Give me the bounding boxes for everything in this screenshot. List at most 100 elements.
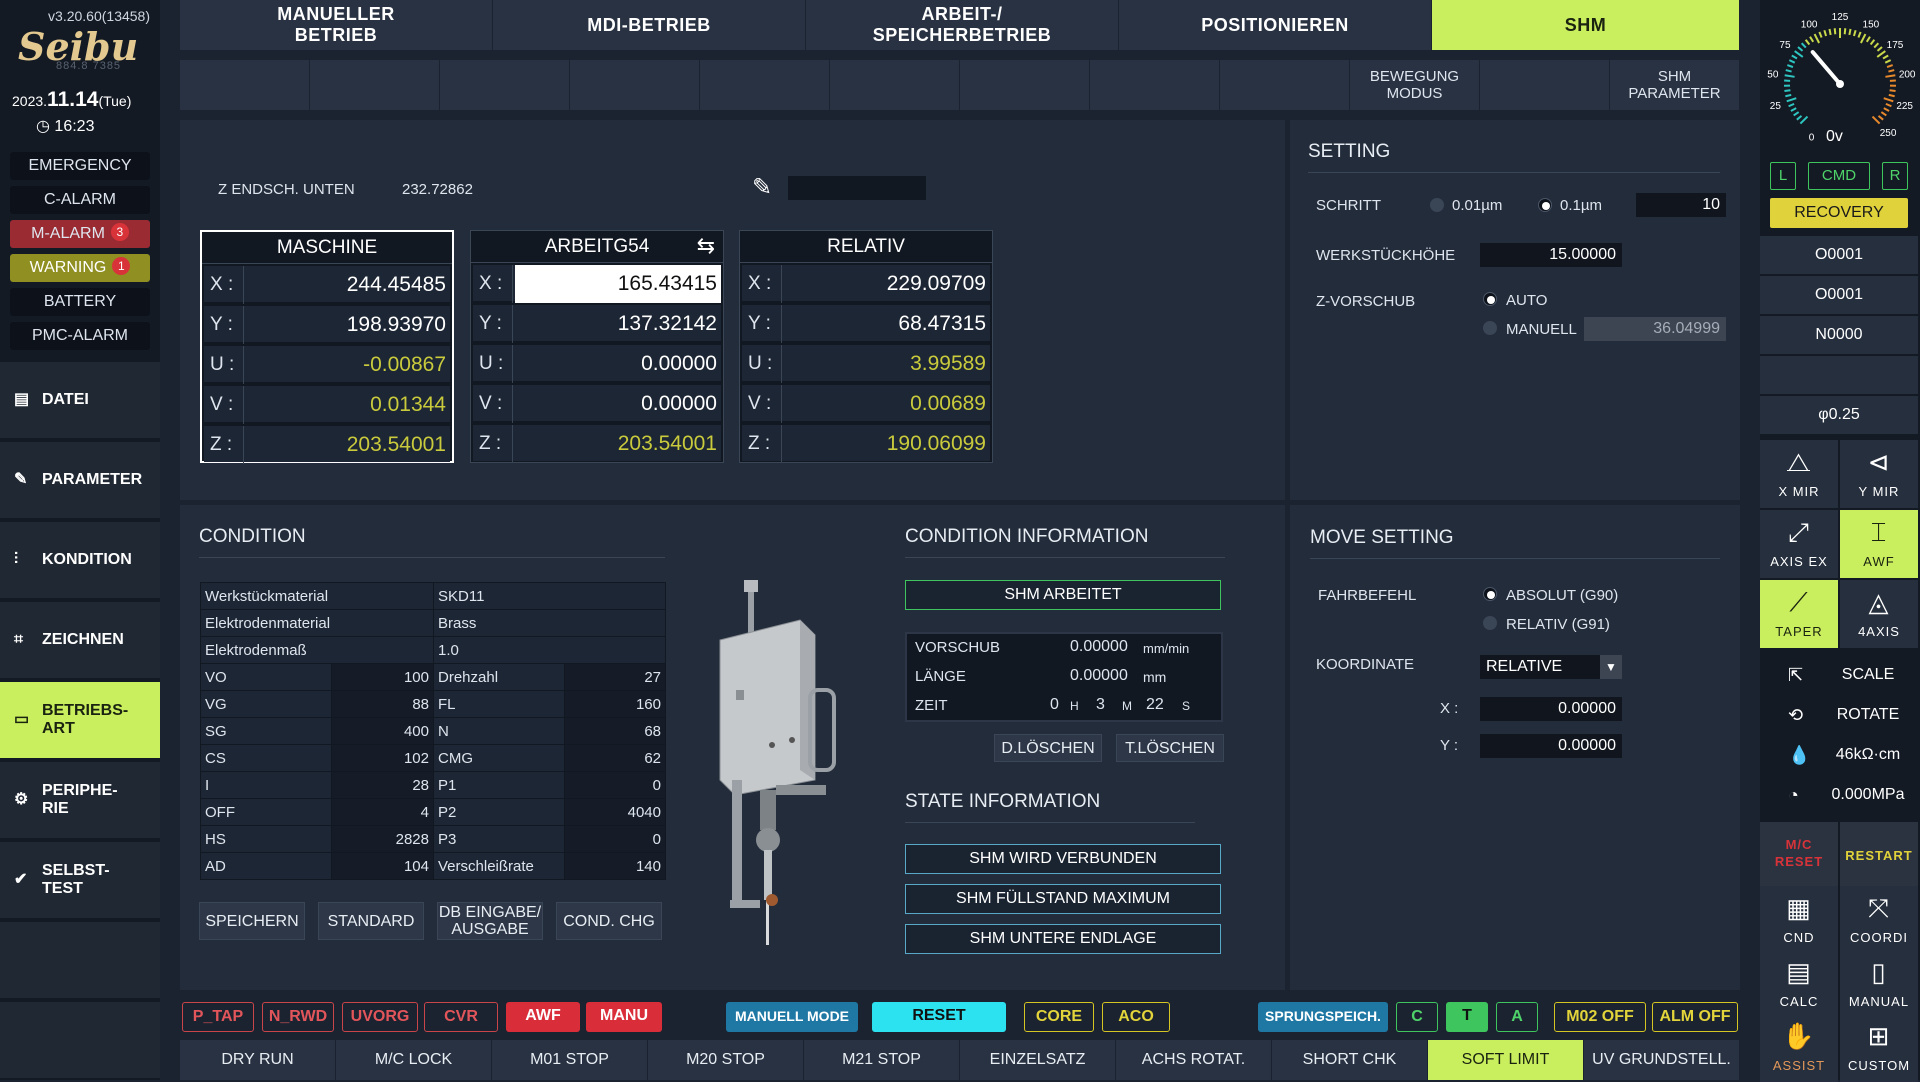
tab-manueller-betrieb[interactable]: MANUELLER BETRIEB [180,0,493,50]
status-manu[interactable]: MANU [586,1002,662,1032]
bewegung-modus-button[interactable]: BEWEGUNG MODUS [1350,60,1480,110]
alarm-c-alarm[interactable]: C-ALARM [10,186,150,214]
z-vorschub-manuell-input[interactable]: 36.04999 [1584,317,1726,341]
koordinate-select[interactable]: RELATIVE ▼ [1480,655,1622,679]
sub-button-4[interactable] [570,60,700,110]
shm-parameter-button[interactable]: SHM PARAMETER [1610,60,1740,110]
alarm-m-alarm[interactable]: M-ALARM3 [10,220,150,248]
status-n-rwd[interactable]: N_RWD [262,1002,334,1032]
taper-button[interactable]: ⟋TAPER [1760,580,1838,648]
fahrbefehl-relativ-radio[interactable] [1483,616,1497,630]
werkstueckhoehe-input[interactable]: 15.00000 [1480,243,1622,267]
status-sprungspeich[interactable]: SPRUNGSPEICH. [1258,1002,1388,1032]
status-cvr[interactable]: CVR [424,1002,498,1032]
nav-parameter[interactable]: ✎PARAMETER [0,442,160,520]
sub-button-1[interactable] [180,60,310,110]
func-soft-limit[interactable]: SOFT LIMIT [1428,1040,1584,1080]
nav-peripherie[interactable]: ⚙PERIPHE- RIE [0,762,160,840]
chevron-down-icon[interactable]: ▼ [1600,655,1622,679]
func-m01-stop[interactable]: M01 STOP [492,1040,648,1080]
status-awf[interactable]: AWF [506,1002,580,1032]
tab-shm[interactable]: SHM [1432,0,1740,50]
func-einzelsatz[interactable]: EINZELSATZ [960,1040,1116,1080]
coordi-button[interactable]: ⤧COORDI [1840,886,1918,954]
status-c[interactable]: C [1396,1002,1438,1032]
z-vorschub-auto-radio[interactable] [1483,292,1497,306]
func-achs-rotat[interactable]: ACHS ROTAT. [1116,1040,1272,1080]
sub-button-6[interactable] [830,60,960,110]
nav-kondition[interactable]: ⫶KONDITION [0,522,160,600]
status-core[interactable]: CORE [1024,1002,1094,1032]
tab-mdi-betrieb[interactable]: MDI-BETRIEB [493,0,806,50]
d-loeschen-button[interactable]: D.LÖSCHEN [994,734,1102,762]
cnd-button[interactable]: ▦CND [1760,886,1838,954]
speichern-button[interactable]: SPEICHERN [199,902,305,940]
nav-zeichnen[interactable]: ⌗ZEICHNEN [0,602,160,680]
status-aco[interactable]: ACO [1102,1002,1170,1032]
coord-box-arbeitg54[interactable]: ARBEITG54 ⇆ X :165.43415 Y :137.32142 U … [470,230,724,463]
calc-button[interactable]: ▤CALC [1760,950,1838,1018]
func-uv-grundstell[interactable]: UV GRUNDSTELL. [1584,1040,1740,1080]
status-t[interactable]: T [1446,1002,1488,1032]
status-a[interactable]: A [1496,1002,1538,1032]
sub-button-7[interactable] [960,60,1090,110]
tab-positionieren[interactable]: POSITIONIEREN [1119,0,1432,50]
status-manuell-mode[interactable]: MANUELL MODE [726,1002,858,1032]
schritt-radio-001[interactable] [1430,198,1444,212]
t-loeschen-button[interactable]: T.LÖSCHEN [1116,734,1224,762]
sub-button-5[interactable] [700,60,830,110]
manual-button[interactable]: ▯MANUAL [1840,950,1918,1018]
alarm-pmc[interactable]: PMC-ALARM [10,322,150,350]
sub-button-8[interactable] [1090,60,1220,110]
fahrbefehl-absolut-radio[interactable] [1483,587,1497,601]
status-alm-off[interactable]: ALM OFF [1652,1002,1738,1032]
status-uvorg[interactable]: UVORG [342,1002,418,1032]
scale-row[interactable]: ⇱SCALE [1760,656,1920,694]
alarm-battery[interactable]: BATTERY [10,288,150,316]
axis-ex-button[interactable]: ⤢AXIS EX [1760,510,1838,578]
tab-arbeit-speicherbetrieb[interactable]: ARBEIT-/ SPEICHERBETRIEB [806,0,1119,50]
custom-button[interactable]: ⊞CUSTOM [1840,1014,1918,1082]
cond-chg-button[interactable]: COND. CHG [556,902,662,940]
nav-betriebsart[interactable]: ▭BETRIEBS- ART [0,682,160,760]
func-short-chk[interactable]: SHORT CHK [1272,1040,1428,1080]
edit-input[interactable] [788,176,926,200]
sub-button-3[interactable] [440,60,570,110]
schritt-input[interactable]: 10 [1636,193,1726,217]
r-button[interactable]: R [1882,162,1908,190]
x-mir-button[interactable]: ⧍X MIR [1760,440,1838,508]
recovery-button[interactable]: RECOVERY [1770,198,1908,228]
assist-button[interactable]: ✋ASSIST [1760,1014,1838,1082]
rotate-row[interactable]: ⟲ROTATE [1760,696,1920,734]
awf-button[interactable]: ⌶AWF [1840,510,1918,578]
sub-button-11[interactable] [1480,60,1610,110]
db-eingabe-ausgabe-button[interactable]: DB EINGABE/ AUSGABE [437,902,543,940]
move-y-input[interactable]: 0.00000 [1480,734,1622,758]
4axis-button[interactable]: ◬4AXIS [1840,580,1918,648]
status-m02-off[interactable]: M02 OFF [1554,1002,1646,1032]
coord-box-relativ[interactable]: RELATIV X :229.09709 Y :68.47315 U :3.99… [739,230,993,463]
y-mir-button[interactable]: ⊲Y MIR [1840,440,1918,508]
swap-icon[interactable]: ⇆ [697,233,715,259]
mc-reset-button[interactable]: M/C RESET [1760,822,1838,890]
coord-box-maschine[interactable]: MASCHINE X :244.45485 Y :198.93970 U :-0… [200,230,454,463]
move-x-input[interactable]: 0.00000 [1480,697,1622,721]
schritt-radio-01[interactable] [1538,198,1552,212]
func-m21-stop[interactable]: M21 STOP [804,1040,960,1080]
status-p-tap[interactable]: P_TAP [182,1002,254,1032]
z-vorschub-manuell-radio[interactable] [1483,321,1497,335]
sub-button-9[interactable] [1220,60,1350,110]
alarm-emergency[interactable]: EMERGENCY [10,152,150,180]
edit-icon[interactable]: ✎ [752,175,780,201]
func-mc-lock[interactable]: M/C LOCK [336,1040,492,1080]
status-reset[interactable]: RESET [872,1002,1006,1032]
func-dry-run[interactable]: DRY RUN [180,1040,336,1080]
l-button[interactable]: L [1770,162,1796,190]
func-m20-stop[interactable]: M20 STOP [648,1040,804,1080]
sub-button-2[interactable] [310,60,440,110]
alarm-warning[interactable]: WARNING1 [10,254,150,282]
nav-datei[interactable]: ▤DATEI [0,362,160,440]
standard-button[interactable]: STANDARD [318,902,424,940]
cmd-button[interactable]: CMD [1808,162,1870,190]
nav-selbsttest[interactable]: ✔SELBST- TEST [0,842,160,920]
